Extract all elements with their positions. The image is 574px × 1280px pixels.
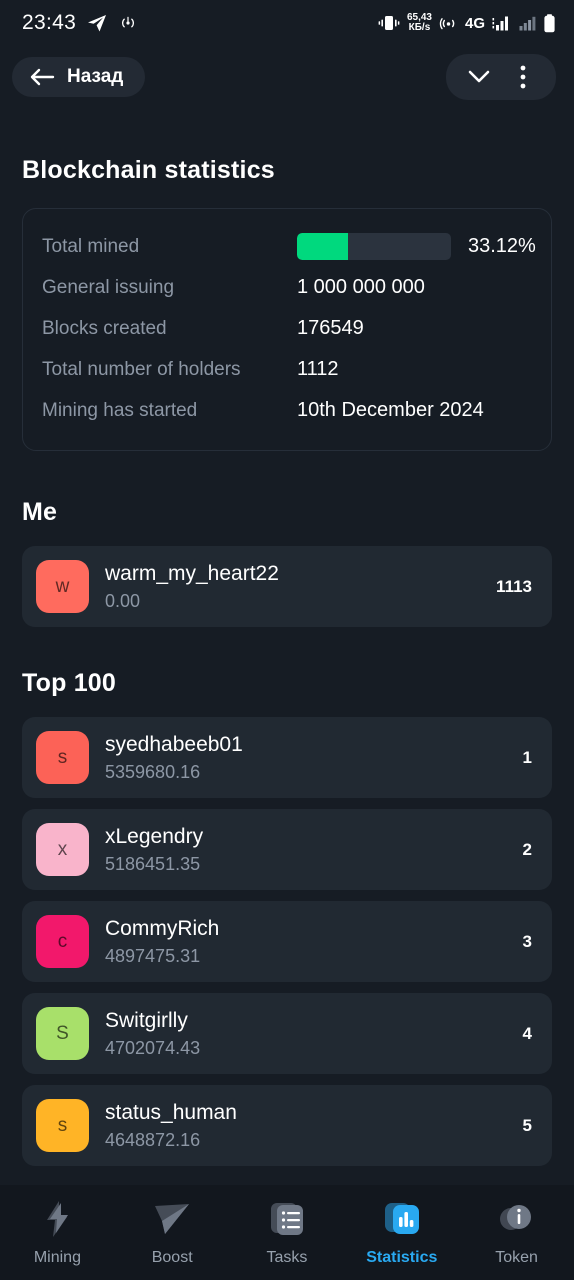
signal-icon bbox=[492, 15, 512, 32]
user-rank: 4 bbox=[522, 1023, 532, 1043]
avatar: s bbox=[36, 731, 89, 784]
network-type: 4G bbox=[464, 14, 485, 32]
list-item-text: status_human 4648872.16 bbox=[105, 1100, 523, 1152]
list-item[interactable]: s syedhabeeb01 5359680.16 1 bbox=[22, 717, 552, 798]
arrow-left-icon bbox=[29, 67, 55, 87]
nav-item-label: Mining bbox=[33, 1249, 81, 1266]
nav-item-statistics[interactable]: Statistics bbox=[344, 1196, 459, 1267]
nav-item-label: Boost bbox=[151, 1249, 193, 1266]
list-item-text: Switgirlly 4702074.43 bbox=[105, 1008, 523, 1060]
user-rank: 5 bbox=[522, 1115, 532, 1135]
nav-item-label: Statistics bbox=[366, 1249, 438, 1266]
checklist-icon bbox=[264, 1196, 310, 1242]
list-item[interactable]: s status_human 4648872.16 5 bbox=[22, 1085, 552, 1166]
user-name: warm_my_heart22 bbox=[105, 561, 279, 585]
stat-label: Total mined bbox=[42, 235, 140, 257]
more-menu-button[interactable] bbox=[504, 62, 542, 92]
stat-value: 10th December 2024 bbox=[297, 399, 484, 421]
avatar: s bbox=[36, 1099, 89, 1152]
hotspot-icon bbox=[439, 14, 458, 33]
status-bar: 23:43 65,43 КБ/s 4G bbox=[0, 0, 574, 46]
me-list: w warm_my_heart22 0.00 1113 bbox=[22, 546, 552, 627]
app-header: Назад bbox=[0, 46, 574, 108]
stat-row-mining-started: Mining has started 10th December 2024 bbox=[42, 390, 532, 431]
avatar: c bbox=[36, 915, 89, 968]
collapse-button[interactable] bbox=[460, 62, 498, 92]
user-balance: 4702074.43 bbox=[105, 1037, 201, 1058]
page-title: Blockchain statistics bbox=[22, 156, 275, 184]
list-item-text: warm_my_heart22 0.00 bbox=[105, 561, 496, 613]
blockchain-stats-card: Total mined 33.12% General issuing 1 000… bbox=[22, 208, 552, 451]
section-title-me: Me bbox=[22, 498, 58, 526]
vibrate-icon bbox=[378, 14, 400, 32]
list-item[interactable]: x xLegendry 5186451.35 2 bbox=[22, 809, 552, 890]
back-button-label: Назад bbox=[67, 66, 124, 87]
status-bar-left: 23:43 bbox=[22, 11, 138, 35]
chevron-down-icon bbox=[467, 69, 491, 85]
list-item[interactable]: w warm_my_heart22 0.00 1113 bbox=[22, 546, 552, 627]
list-item-text: syedhabeeb01 5359680.16 bbox=[105, 732, 523, 784]
avatar: w bbox=[36, 560, 89, 613]
stat-row-total-mined: Total mined 33.12% bbox=[42, 226, 536, 267]
list-item[interactable]: c CommyRich 4897475.31 3 bbox=[22, 901, 552, 982]
stat-row-general-issuing: General issuing 1 000 000 000 bbox=[42, 267, 532, 308]
paper-plane-icon bbox=[149, 1196, 195, 1242]
avatar: S bbox=[36, 1007, 89, 1060]
user-rank: 1 bbox=[522, 747, 532, 767]
nav-item-token[interactable]: Token bbox=[459, 1196, 574, 1267]
user-rank: 1113 bbox=[496, 576, 532, 596]
stat-value: 176549 bbox=[297, 317, 364, 339]
info-circle-icon bbox=[494, 1196, 540, 1242]
stat-value: 1112 bbox=[297, 358, 339, 380]
list-item[interactable]: S Switgirlly 4702074.43 4 bbox=[22, 993, 552, 1074]
user-balance: 4648872.16 bbox=[105, 1129, 201, 1150]
stat-row-total-holders: Total number of holders 1112 bbox=[42, 349, 532, 390]
user-balance: 0.00 bbox=[105, 590, 141, 611]
bottom-navigation: Mining Boost Tasks Statistics Token bbox=[0, 1185, 574, 1280]
total-mined-percent: 33.12% bbox=[468, 235, 536, 257]
stat-row-blocks-created: Blocks created 176549 bbox=[42, 308, 532, 349]
user-name: status_human bbox=[105, 1100, 237, 1124]
user-name: CommyRich bbox=[105, 916, 220, 940]
stat-label: General issuing bbox=[42, 276, 175, 298]
stat-value: 1 000 000 000 bbox=[297, 276, 425, 298]
user-rank: 3 bbox=[522, 931, 532, 951]
status-time: 23:43 bbox=[22, 11, 77, 34]
user-balance: 5359680.16 bbox=[105, 761, 201, 782]
user-balance: 5186451.35 bbox=[105, 853, 201, 874]
network-speed-unit: КБ/s bbox=[408, 22, 431, 33]
signal-icon-2 bbox=[519, 15, 536, 32]
progress-fill bbox=[297, 233, 348, 260]
avatar: x bbox=[36, 823, 89, 876]
header-controls bbox=[446, 54, 556, 100]
back-button[interactable]: Назад bbox=[12, 57, 146, 97]
user-rank: 2 bbox=[522, 839, 532, 859]
telegram-icon bbox=[87, 13, 107, 33]
user-name: Switgirlly bbox=[105, 1008, 188, 1032]
status-bar-right: 65,43 КБ/s 4G bbox=[378, 13, 556, 33]
broadcast-icon bbox=[118, 13, 138, 33]
bar-chart-icon bbox=[379, 1196, 425, 1242]
total-mined-progress-bar bbox=[297, 233, 451, 260]
top-100-list: s syedhabeeb01 5359680.16 1 x xLegendry 518645… bbox=[22, 717, 552, 1166]
more-vertical-icon bbox=[519, 64, 527, 90]
stat-label: Total number of holders bbox=[42, 358, 241, 380]
user-name: syedhabeeb01 bbox=[105, 732, 243, 756]
main-content: Blockchain statistics Total mined 33.12%… bbox=[0, 156, 574, 1166]
nav-item-label: Token bbox=[495, 1249, 538, 1266]
user-name: xLegendry bbox=[105, 824, 204, 848]
stat-label: Mining has started bbox=[42, 399, 198, 421]
network-speed: 65,43 КБ/s bbox=[407, 13, 432, 33]
nav-item-boost[interactable]: Boost bbox=[115, 1196, 230, 1267]
nav-item-mining[interactable]: Mining bbox=[0, 1196, 115, 1267]
list-item-text: xLegendry 5186451.35 bbox=[105, 824, 523, 876]
nav-item-label: Tasks bbox=[266, 1249, 308, 1266]
battery-icon bbox=[543, 13, 556, 33]
stat-label: Blocks created bbox=[42, 317, 167, 339]
list-item-text: CommyRich 4897475.31 bbox=[105, 916, 523, 968]
nav-item-tasks[interactable]: Tasks bbox=[230, 1196, 345, 1267]
lightning-icon bbox=[34, 1196, 80, 1242]
user-balance: 4897475.31 bbox=[105, 945, 201, 966]
section-title-top: Top 100 bbox=[22, 669, 117, 697]
